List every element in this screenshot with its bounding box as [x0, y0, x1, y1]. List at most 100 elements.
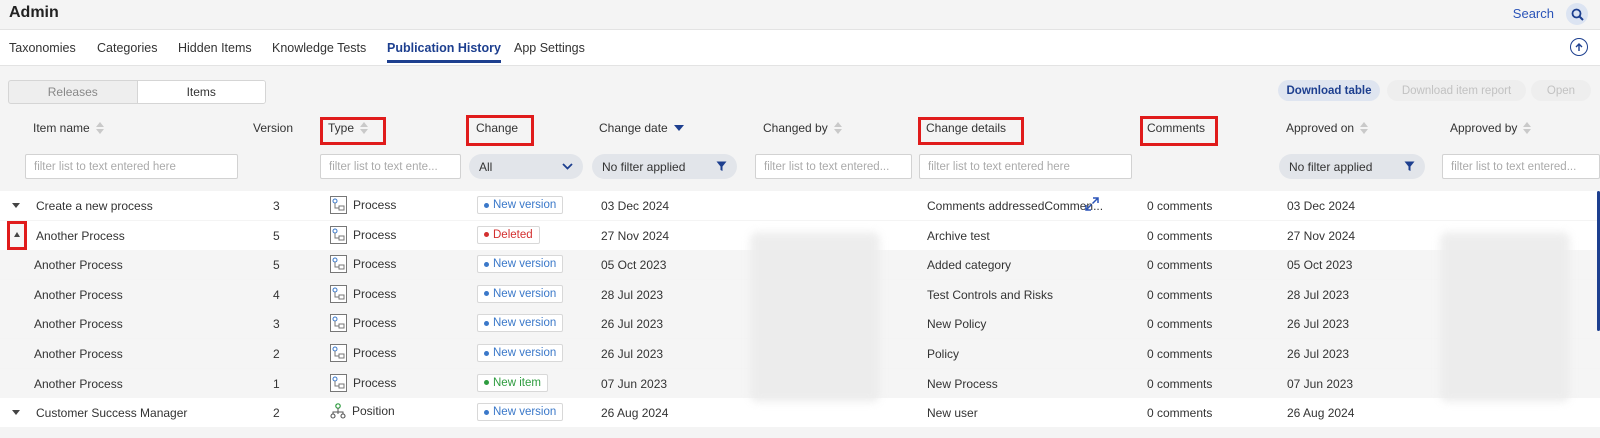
search-button[interactable] — [1566, 3, 1588, 25]
change-details-cell: New user — [927, 406, 978, 421]
approved-on-cell: 03 Dec 2024 — [1287, 199, 1356, 213]
version-cell: 4 — [273, 287, 280, 302]
type-cell: Process — [330, 314, 396, 333]
expand-details-button[interactable] — [1085, 197, 1099, 214]
process-icon — [330, 196, 347, 214]
process-icon — [330, 225, 347, 244]
change-badge-label: New version — [493, 258, 557, 271]
type-label: Process — [353, 346, 397, 360]
type-label: Process — [353, 286, 397, 301]
tab-knowledge-tests[interactable]: Knowledge Tests — [272, 41, 366, 55]
item-name-cell: Another Process — [34, 287, 123, 302]
type-filter-input[interactable] — [320, 154, 461, 179]
table-row[interactable]: Create a new process 3 Process New version 0… — [0, 191, 1600, 220]
arrow-up-circle-icon — [1575, 42, 1583, 51]
type-cell: Process — [330, 255, 396, 274]
change-details-cell: Archive test — [927, 228, 990, 243]
change-date-filter[interactable]: No filter applied — [592, 154, 737, 179]
change-badge: Deleted — [477, 225, 540, 244]
tab-taxonomies[interactable]: Taxonomies — [9, 41, 76, 55]
version-cell: 3 — [273, 317, 280, 332]
version-cell: 2 — [273, 406, 280, 421]
tab-hidden-items[interactable]: Hidden Items — [178, 41, 252, 55]
sort-descending-icon — [673, 125, 684, 131]
status-dot-icon — [484, 291, 489, 297]
scroll-top-button[interactable] — [1570, 38, 1588, 56]
change-badge-label: New item — [493, 376, 541, 389]
change-details-cell: Comments addressedCommen... — [927, 199, 1104, 213]
change-details-cell: New Policy — [927, 317, 987, 332]
table-row[interactable]: Customer Success Manager 2 Position New ver… — [0, 398, 1600, 428]
approved-on-cell: 26 Jul 2023 — [1287, 347, 1350, 361]
approved-on-filter[interactable]: No filter applied — [1279, 154, 1425, 179]
type-cell: Process — [330, 196, 396, 214]
search-icon — [1571, 8, 1584, 21]
expand-arrows-icon — [1085, 197, 1099, 211]
item-name-header-label: Item name — [33, 121, 90, 135]
tab-app-settings[interactable]: App Settings — [514, 41, 585, 55]
approved-on-cell: 26 Aug 2024 — [1287, 406, 1355, 421]
change-badge-label: New version — [493, 347, 557, 359]
column-header-version: Version — [253, 121, 293, 135]
position-icon — [330, 403, 346, 419]
status-dot-icon — [484, 409, 489, 415]
change-badge: New version — [477, 284, 564, 303]
approved-on-filter-value: No filter applied — [1289, 159, 1373, 174]
sort-icon — [1360, 122, 1369, 134]
item-name-cell: Another Process — [34, 258, 123, 273]
column-header-change-date[interactable]: Change date — [599, 121, 684, 135]
tab-publication-history[interactable]: Publication History — [387, 41, 501, 63]
download-table-button[interactable]: Download table — [1278, 80, 1380, 101]
comments-cell: 0 comments — [1147, 287, 1213, 302]
change-date-cell: 05 Oct 2023 — [601, 258, 667, 273]
expand-row-caret-icon[interactable] — [12, 203, 20, 208]
change-badge-label: Deleted — [493, 228, 533, 241]
search-link[interactable]: Search — [1513, 6, 1554, 21]
item-name-cell: Another Process — [34, 317, 123, 332]
highlight-comments-header — [1140, 116, 1218, 146]
expand-row-caret-icon[interactable] — [12, 410, 20, 416]
change-date-cell: 26 Jul 2023 — [601, 317, 664, 332]
approved-by-header-label: Approved by — [1450, 121, 1518, 135]
column-header-changed-by[interactable]: Changed by — [763, 121, 843, 135]
change-details-cell: Test Controls and Risks — [927, 287, 1054, 302]
items-toggle[interactable]: Items — [136, 81, 265, 103]
process-icon — [330, 314, 347, 333]
type-cell: Process — [330, 225, 396, 244]
type-cell: Position — [330, 403, 395, 419]
change-details-cell: Policy — [927, 347, 960, 361]
type-label: Process — [353, 375, 397, 390]
change-badge: New version — [477, 314, 564, 333]
filter-funnel-icon — [716, 161, 727, 171]
change-details-filter-input[interactable] — [919, 154, 1132, 179]
tab-categories[interactable]: Categories — [97, 41, 157, 55]
process-icon — [330, 373, 347, 392]
status-dot-icon — [484, 320, 489, 326]
open-button[interactable]: Open — [1531, 80, 1591, 101]
highlight-type-header — [320, 117, 386, 145]
change-date-cell: 26 Jul 2023 — [601, 347, 664, 361]
approved-by-filter-input[interactable] — [1442, 154, 1600, 179]
comments-cell: 0 comments — [1147, 406, 1213, 421]
releases-toggle[interactable]: Releases — [9, 81, 137, 103]
version-cell: 5 — [273, 258, 280, 273]
redacted-approved-by — [1440, 232, 1570, 402]
change-details-cell: Added category — [927, 258, 1012, 273]
change-filter-select[interactable]: All — [469, 154, 583, 179]
column-header-item-name[interactable]: Item name — [33, 121, 105, 135]
view-toggle: Releases Items — [8, 80, 266, 104]
column-header-approved-on[interactable]: Approved on — [1286, 121, 1369, 135]
change-date-cell: 27 Nov 2024 — [601, 228, 670, 243]
collapse-row-button[interactable] — [7, 220, 27, 250]
column-header-approved-by[interactable]: Approved by — [1450, 121, 1532, 135]
version-cell: 1 — [273, 376, 280, 391]
status-dot-icon — [484, 261, 489, 267]
type-cell: Process — [330, 344, 396, 362]
sort-icon — [1523, 122, 1532, 134]
type-cell: Process — [330, 373, 397, 392]
download-item-report-button[interactable]: Download item report — [1387, 80, 1526, 101]
version-cell: 3 — [273, 199, 280, 213]
changed-by-filter-input[interactable] — [755, 154, 912, 179]
item-name-filter-input[interactable] — [25, 154, 238, 179]
change-date-filter-value: No filter applied — [602, 159, 686, 174]
